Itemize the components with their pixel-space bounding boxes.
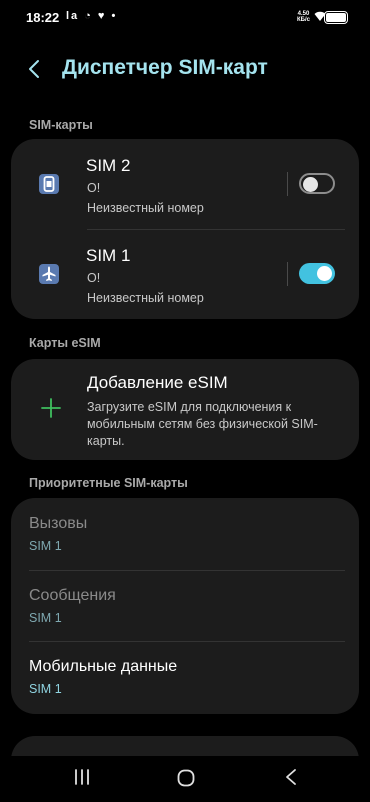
network-speed: 4.50 КБ/с (297, 11, 310, 23)
sim-cards-card: SIM 2 O! Неизвестный номер SIM 1 O! Неиз… (11, 139, 359, 319)
page-title: Диспетчер SIM-карт (62, 56, 268, 79)
sim-operator: O! (87, 181, 101, 195)
sim2-toggle[interactable] (299, 173, 335, 194)
section-label-esim: Карты eSIM (29, 336, 101, 350)
add-esim-description: Загрузите eSIM для подключения к мобильн… (87, 400, 318, 448)
sim1-toggle[interactable] (299, 263, 335, 284)
divider (287, 172, 288, 196)
sim-card-icon (39, 174, 59, 194)
notification-icons: la ◔ ♥ • (66, 10, 118, 22)
section-label-priority: Приоритетные SIM-карты (29, 476, 188, 490)
priority-card: Вызовы SIM 1 Сообщения SIM 1 Мобильные д… (11, 498, 359, 714)
status-bar: 18:22 la ◔ ♥ • 4.50 КБ/с (0, 0, 370, 36)
plus-icon (41, 398, 61, 418)
divider (287, 262, 288, 286)
recents-icon[interactable] (72, 768, 92, 786)
sim-row-sim1[interactable]: SIM 1 O! Неизвестный номер (11, 229, 359, 319)
home-icon[interactable] (176, 768, 196, 788)
back-arrow-icon[interactable] (24, 58, 46, 80)
pref-value-messages: SIM 1 (29, 611, 62, 625)
navigation-bar (0, 756, 370, 802)
sim-operator: O! (87, 271, 101, 285)
back-icon[interactable] (282, 767, 300, 787)
pref-title-messages: Сообщения (29, 587, 116, 604)
section-label-sim-cards: SIM-карты (29, 118, 93, 132)
pref-row-calls[interactable]: Вызовы SIM 1 (11, 498, 359, 570)
sim-name: SIM 1 (86, 246, 131, 265)
pref-row-messages[interactable]: Сообщения SIM 1 (11, 570, 359, 642)
airplane-icon (39, 264, 59, 284)
add-esim-card[interactable]: Добавление eSIM Загрузите eSIM для подкл… (11, 359, 359, 460)
pref-title-calls: Вызовы (29, 515, 88, 532)
add-esim-title: Добавление eSIM (87, 373, 228, 392)
status-time: 18:22 (26, 10, 60, 25)
sim-number: Неизвестный номер (87, 201, 204, 215)
sim-number: Неизвестный номер (87, 291, 204, 305)
pref-value-mobile-data: SIM 1 (29, 682, 62, 696)
sim-row-sim2[interactable]: SIM 2 O! Неизвестный номер (11, 139, 359, 229)
battery-icon (324, 11, 348, 24)
pref-value-calls: SIM 1 (29, 539, 62, 553)
network-speed-unit: КБ/с (297, 17, 310, 23)
toggle-knob (317, 266, 332, 281)
header: Диспетчер SIM-карт (0, 52, 370, 90)
pref-row-mobile-data[interactable]: Мобильные данные SIM 1 (11, 641, 359, 713)
sim-name: SIM 2 (86, 156, 131, 175)
pref-title-mobile-data: Мобильные данные (29, 658, 178, 675)
toggle-knob (303, 176, 318, 192)
